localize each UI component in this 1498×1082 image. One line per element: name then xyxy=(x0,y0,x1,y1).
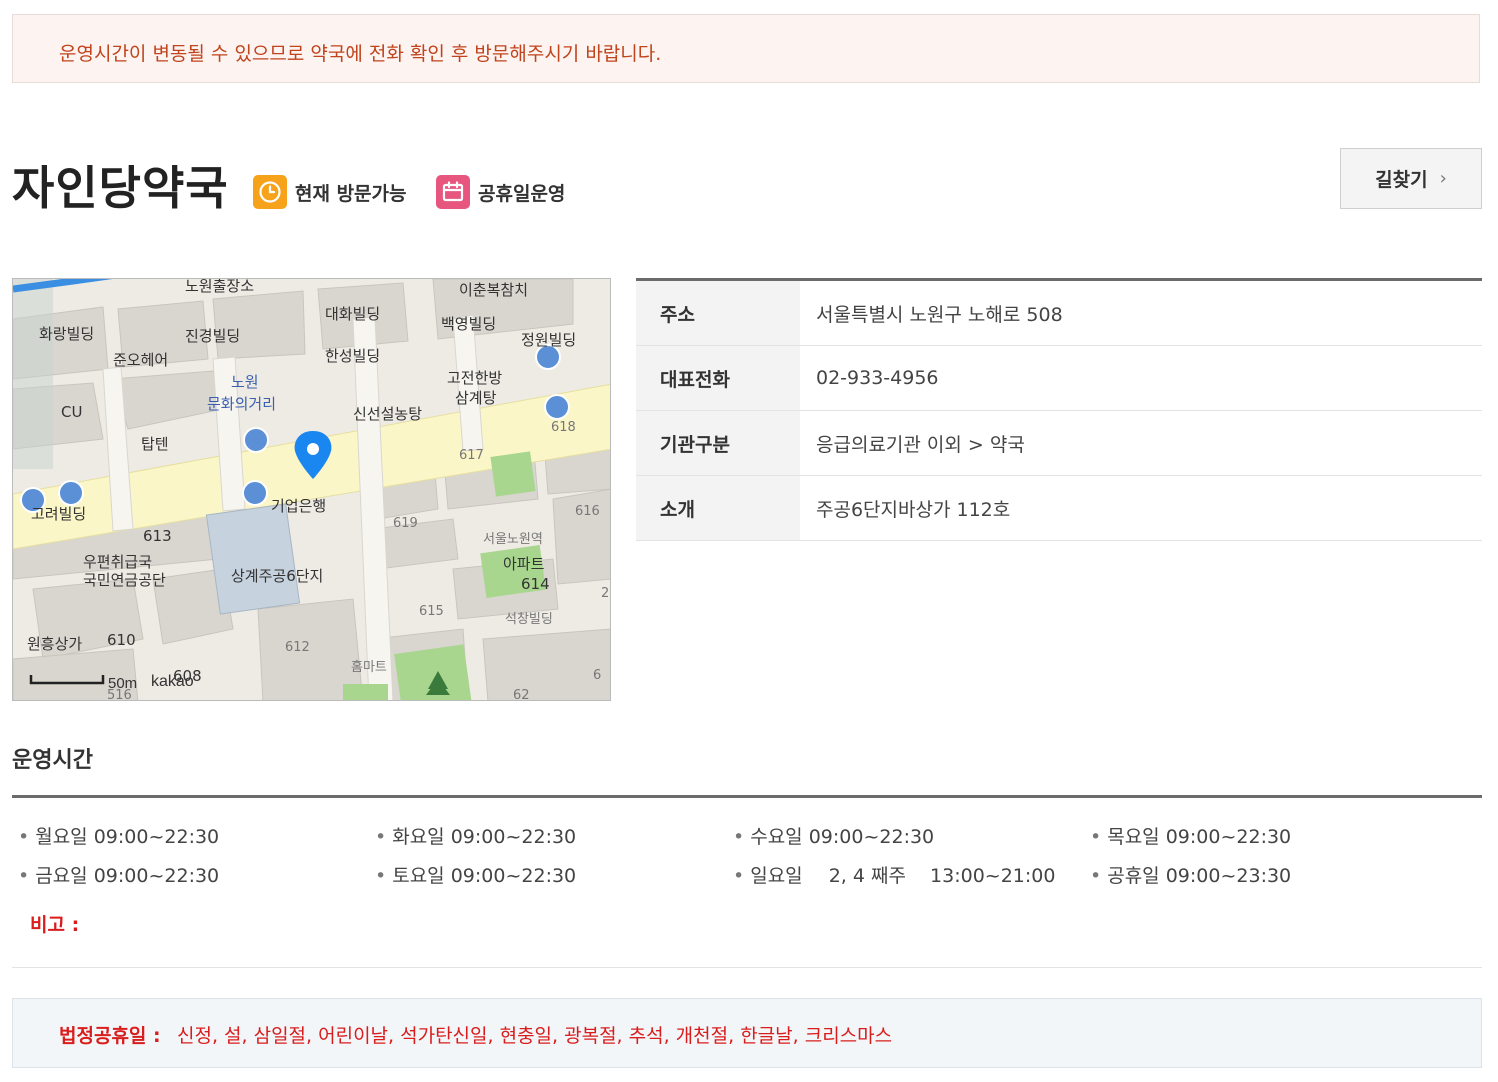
legal-holiday-box: 법정공휴일 : 신정, 설, 삼일절, 어린이날, 석가탄신일, 현충일, 광복… xyxy=(12,998,1482,1068)
hours-item: • 월요일 09:00~22:30 xyxy=(18,826,220,848)
svg-text:618: 618 xyxy=(551,420,576,435)
svg-text:619: 619 xyxy=(393,516,418,531)
clock-icon xyxy=(253,175,287,209)
svg-text:616: 616 xyxy=(575,504,600,519)
svg-text:서울노원역: 서울노원역 xyxy=(483,532,543,547)
svg-text:고전한방: 고전한방 xyxy=(447,369,502,387)
svg-text:국민연금공단: 국민연금공단 xyxy=(83,571,166,589)
chevron-right-icon: › xyxy=(1439,168,1447,189)
info-row-intro: 소개 주공6단지바상가 112호 xyxy=(636,476,1482,541)
directions-label: 길찾기 xyxy=(1375,169,1428,191)
hours-title: 운영시간 xyxy=(12,748,93,773)
category-value: 응급의료기관 이외 > 약국 xyxy=(816,433,1025,456)
svg-text:우편취급국: 우편취급국 xyxy=(83,553,152,571)
svg-text:대화빌딩: 대화빌딩 xyxy=(325,305,380,323)
holiday-label: 공휴일운영 xyxy=(478,182,566,205)
calendar-icon xyxy=(436,175,470,209)
svg-text:화랑빌딩: 화랑빌딩 xyxy=(39,325,94,343)
svg-text:신선설농탕: 신선설농탕 xyxy=(353,405,422,423)
legal-holiday-list: 신정, 설, 삼일절, 어린이날, 석가탄신일, 현충일, 광복절, 추석, 개… xyxy=(177,1025,893,1047)
info-key: 대표전화 xyxy=(636,346,800,410)
remark-label: 비고 : xyxy=(30,914,80,936)
svg-text:상계주공6단지: 상계주공6단지 xyxy=(231,567,323,585)
svg-text:617: 617 xyxy=(459,448,484,463)
svg-text:이춘복참치: 이춘복참치 xyxy=(459,281,528,299)
svg-text:홈마트: 홈마트 xyxy=(351,660,387,675)
svg-text:608: 608 xyxy=(173,667,202,685)
svg-text:원흥상가: 원흥상가 xyxy=(27,635,82,653)
info-row-phone: 대표전화 02-933-4956 xyxy=(636,346,1482,411)
holiday-badge: 공휴일운영 xyxy=(436,175,565,209)
notice-text: 운영시간이 변동될 수 있으므로 약국에 전화 확인 후 방문해주시기 바랍니다… xyxy=(59,43,662,65)
svg-text:정원빌딩: 정원빌딩 xyxy=(521,331,576,349)
svg-text:615: 615 xyxy=(419,604,444,619)
svg-text:2: 2 xyxy=(601,586,609,601)
address-value: 서울특별시 노원구 노해로 508 xyxy=(816,303,1063,326)
svg-text:석창빌딩: 석창빌딩 xyxy=(505,612,553,627)
hours-item: • 목요일 09:00~22:30 xyxy=(1090,826,1292,848)
notice-banner: 운영시간이 변동될 수 있으므로 약국에 전화 확인 후 방문해주시기 바랍니다… xyxy=(12,14,1480,83)
info-row-category: 기관구분 응급의료기관 이외 > 약국 xyxy=(636,411,1482,476)
svg-text:CU: CU xyxy=(61,403,82,421)
hours-item: • 화요일 09:00~22:30 xyxy=(375,826,577,848)
legal-holiday-label: 법정공휴일 : xyxy=(59,1025,161,1047)
svg-text:한성빌딩: 한성빌딩 xyxy=(325,347,380,365)
svg-text:610: 610 xyxy=(107,631,136,649)
directions-button[interactable]: 길찾기 › xyxy=(1340,148,1482,209)
svg-text:준오헤어: 준오헤어 xyxy=(113,351,168,369)
info-key: 주소 xyxy=(636,281,800,345)
svg-text:문화의거리: 문화의거리 xyxy=(207,395,276,413)
info-key: 소개 xyxy=(636,476,800,540)
pharmacy-name: 자인당약국 xyxy=(12,161,229,215)
svg-text:614: 614 xyxy=(521,575,550,593)
hours-item: • 공휴일 09:00~23:30 xyxy=(1090,865,1292,887)
open-now-label: 현재 방문가능 xyxy=(295,182,407,205)
info-row-address: 주소 서울특별시 노원구 노해로 508 xyxy=(636,281,1482,346)
intro-value: 주공6단지바상가 112호 xyxy=(816,498,1011,521)
svg-text:노원: 노원 xyxy=(231,373,259,391)
svg-text:노원출장소: 노원출장소 xyxy=(185,279,254,295)
open-now-badge: 현재 방문가능 xyxy=(253,175,407,209)
hours-item: • 수요일 09:00~22:30 xyxy=(733,826,935,848)
svg-text:고려빌딩: 고려빌딩 xyxy=(31,505,86,523)
svg-text:백영빌딩: 백영빌딩 xyxy=(441,315,496,333)
svg-text:516: 516 xyxy=(107,688,132,701)
svg-text:6: 6 xyxy=(593,668,601,683)
svg-text:613: 613 xyxy=(143,527,172,545)
map[interactable]: 50m kakao 노원출장소 이춘복참치 화랑빌딩 진경빌딩 대화빌딩 백영빌… xyxy=(12,278,611,701)
svg-text:탑텐: 탑텐 xyxy=(141,435,169,453)
svg-text:진경빌딩: 진경빌딩 xyxy=(185,327,240,345)
info-table: 주소 서울특별시 노원구 노해로 508 대표전화 02-933-4956 기관… xyxy=(636,278,1482,541)
map-marker-label: 기업은행 xyxy=(271,497,326,515)
hours-item: • 금요일 09:00~22:30 xyxy=(18,865,220,887)
hours-item: • 토요일 09:00~22:30 xyxy=(375,865,577,887)
hours-item: • 일요일 2, 4 째주 13:00~21:00 xyxy=(733,865,1056,887)
svg-text:아파트: 아파트 xyxy=(503,555,545,573)
svg-text:삼계탕: 삼계탕 xyxy=(455,389,497,407)
hours-table: • 월요일 09:00~22:30 • 화요일 09:00~22:30 • 수요일 0… xyxy=(12,795,1482,968)
info-key: 기관구분 xyxy=(636,411,800,475)
svg-text:62: 62 xyxy=(513,688,530,701)
svg-text:612: 612 xyxy=(285,640,310,655)
phone-value[interactable]: 02-933-4956 xyxy=(800,346,1482,410)
